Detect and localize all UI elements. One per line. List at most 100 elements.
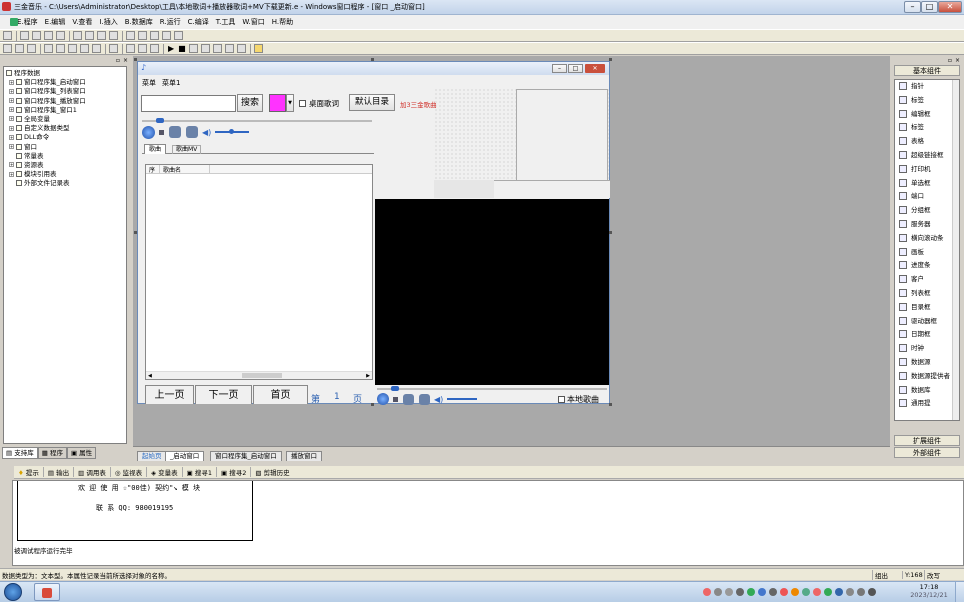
doc-tab-start[interactable]: 起始页 [137,451,167,461]
breakpoint-icon[interactable] [224,44,234,53]
menu-database[interactable]: B.数据库 [125,17,153,27]
tray-icon[interactable] [758,588,766,596]
find-icon[interactable] [109,44,118,53]
default-directory-button[interactable]: 默认目录 [349,94,395,111]
video-previous-icon[interactable] [403,393,414,405]
song-list[interactable]: 序 歌曲名 ◀ ▶ [145,164,373,380]
show-desktop-button[interactable] [955,582,964,602]
clock[interactable]: 17:18 2023/12/21 [908,583,950,599]
local-songs-box[interactable] [558,396,565,403]
form-minimize-button[interactable]: – [552,64,567,73]
selection-handle[interactable] [609,58,612,61]
tray-icon[interactable] [725,588,733,596]
menu-program[interactable]: E.程序 [17,17,38,27]
tray-icon[interactable] [813,588,821,596]
step-into-icon[interactable] [200,44,210,53]
align-left-icon[interactable] [20,31,29,40]
menu-window[interactable]: W.窗口 [242,17,264,27]
component-item[interactable]: 列表框 [895,287,959,301]
component-item[interactable]: 端口 [895,190,959,204]
menu-help[interactable]: H.帮助 [272,17,293,27]
minimize-button[interactable]: – [904,1,921,13]
component-scrollbar[interactable] [952,80,959,420]
search-button[interactable]: 搜索 [237,94,263,112]
output-tab-output[interactable]: ▤ 输出 [42,467,73,477]
pin-icon[interactable]: ▫ [116,57,120,64]
pane-close-icon[interactable]: × [955,57,960,64]
maximize-button[interactable]: □ [921,1,938,13]
volume-slider[interactable] [215,129,250,134]
component-item[interactable]: 画板 [895,246,959,260]
component-item[interactable]: 时钟 [895,342,959,356]
start-button[interactable] [4,583,22,601]
window-layout-3-icon[interactable] [150,44,159,53]
component-header[interactable]: 基本组件 [894,65,960,76]
prev-page-button[interactable]: 上一页 [145,385,194,404]
video-volume-slider[interactable] [447,398,478,400]
menu-edit[interactable]: E.编辑 [45,17,66,27]
tray-icon[interactable] [791,588,799,596]
tree-item[interactable]: + DLL命令 [6,133,124,142]
undo-icon[interactable] [80,44,89,53]
selection-handle[interactable] [371,403,374,406]
component-item[interactable]: 数据源提供者 [895,370,959,384]
component-item[interactable]: 通用提 [895,397,959,411]
tray-icon[interactable] [824,588,832,596]
doc-tab-startup-window[interactable]: _启动窗口 [165,451,205,461]
menu-tools[interactable]: T.工具 [216,17,236,27]
tray-icon[interactable] [769,588,777,596]
video-progress-thumb[interactable] [391,386,399,391]
output-tab-callstack[interactable]: ▥ 调用表 [73,467,110,477]
selection-handle[interactable] [609,403,612,406]
align-bottom-icon[interactable] [85,31,94,40]
video-progress-slider[interactable] [377,386,607,392]
output-tab-search2[interactable]: ▣ 搜寻2 [216,467,250,477]
column-song-name[interactable]: 歌曲名 [160,164,210,174]
tab-song-mv[interactable]: 歌曲MV [172,145,202,154]
menu-insert[interactable]: I.插入 [99,17,117,27]
component-item[interactable]: 指针 [895,80,959,94]
component-item[interactable]: 数据源 [895,356,959,370]
tree-item[interactable]: + 窗口程序集_列表窗口 [6,87,124,96]
component-item[interactable]: 服务器 [895,218,959,232]
play-icon[interactable] [142,125,155,139]
close-button[interactable]: ✕ [938,1,962,13]
same-width-icon[interactable] [97,31,106,40]
cut-icon[interactable] [44,44,53,53]
list-hscrollbar[interactable]: ◀ ▶ [146,371,372,379]
video-volume-icon[interactable]: ◀) [434,395,443,404]
window-layout-2-icon[interactable] [138,44,147,53]
component-item[interactable]: 打印机 [895,163,959,177]
output-tab-clip-history[interactable]: ▧ 剪辑历史 [250,467,293,477]
column-index[interactable]: 序 [146,164,160,174]
scroll-thumb[interactable] [241,373,282,378]
doc-tab-startup-assembly[interactable]: 窗口程序集_启动窗口 [210,451,282,461]
extended-components-tab[interactable]: 扩展组件 [894,435,960,446]
form-menu-item[interactable]: 菜单1 [162,78,180,88]
space-v-icon[interactable] [150,31,159,40]
tree-item[interactable]: + 自定义数据类型 [6,124,124,133]
open-icon[interactable] [15,44,24,53]
space-h-icon[interactable] [138,31,147,40]
previous-icon[interactable] [169,126,181,138]
tab-songs[interactable]: 歌曲 [144,144,167,154]
same-size-icon[interactable] [126,31,135,40]
desktop-lyrics-checkbox[interactable]: 桌面歌词 [299,98,339,109]
video-next-icon[interactable] [419,393,430,405]
tab-program[interactable]: ▦ 程序 [37,447,67,459]
tray-icon[interactable] [868,588,876,596]
component-item[interactable]: 数据库 [895,384,959,398]
taskbar-app-button[interactable] [34,583,60,601]
component-item[interactable]: 标签 [895,94,959,108]
component-item[interactable]: 横向滚动条 [895,232,959,246]
form-maximize-button[interactable]: □ [568,64,583,73]
save-icon[interactable] [27,44,36,53]
tray-icon[interactable] [736,588,744,596]
tray-icon[interactable] [846,588,854,596]
tray-icon[interactable] [835,588,843,596]
selection-handle[interactable] [371,58,374,61]
tree-item[interactable]: + 模块引用表 [6,170,124,179]
design-form[interactable]: ♪ – □ ✕ 菜单 菜单1 搜索 ▼ 桌面歌词 默认目录 加3三金歌曲 ◀) … [137,61,610,405]
stop-icon[interactable]: ■ [178,44,186,53]
volume-icon[interactable]: ◀) [202,128,211,137]
